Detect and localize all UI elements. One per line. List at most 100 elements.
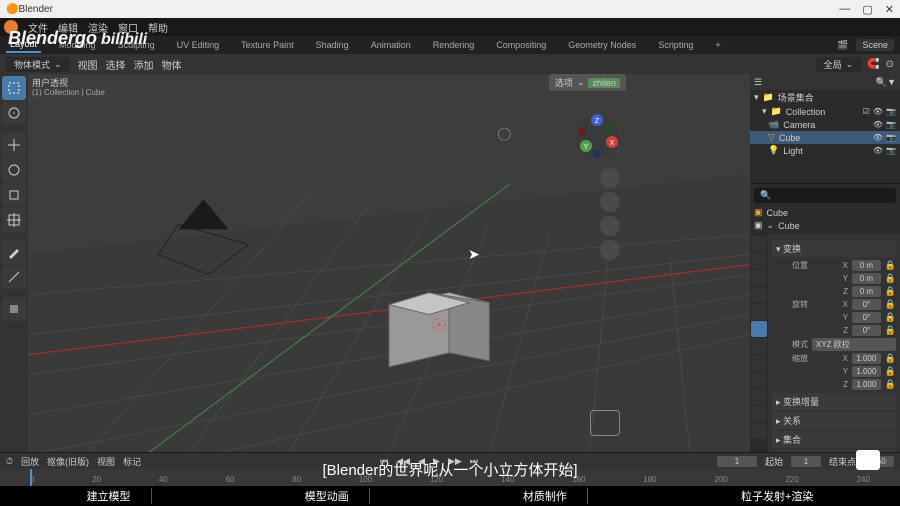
- viewport-overlay-pill[interactable]: 选项⌄ zhilen: [549, 74, 626, 91]
- proportional-icon[interactable]: ⊙: [886, 59, 894, 70]
- scale-tool[interactable]: [2, 183, 26, 207]
- svg-text:X: X: [610, 140, 615, 147]
- navigation-gizmo[interactable]: X Y Z: [574, 114, 620, 160]
- select-tool[interactable]: [2, 76, 26, 100]
- loc-y-field[interactable]: 0 m: [852, 273, 881, 284]
- tab-shading[interactable]: Shading: [312, 38, 353, 52]
- viewport-info: (1) Collection | Cube: [32, 88, 105, 97]
- move-tool[interactable]: [2, 133, 26, 157]
- outliner-light[interactable]: 💡Light 👁📷: [750, 144, 900, 157]
- annotate-tool[interactable]: [2, 240, 26, 264]
- cursor-tool[interactable]: [2, 101, 26, 125]
- tab-scripting[interactable]: Scripting: [654, 38, 697, 52]
- object-menu[interactable]: 物体: [162, 57, 182, 72]
- outliner-cube[interactable]: ▽Cube 👁📷: [750, 131, 900, 144]
- modifier-tab[interactable]: [751, 338, 767, 354]
- svg-text:Y: Y: [584, 144, 589, 151]
- relations-panel[interactable]: ▸ 关系: [772, 412, 896, 429]
- transform-panel-header[interactable]: ▾ 变换: [772, 240, 896, 257]
- transform-tool[interactable]: [2, 208, 26, 232]
- scene-selector[interactable]: Scene: [856, 39, 894, 51]
- tab-compositing[interactable]: Compositing: [492, 38, 550, 52]
- tab-uvediting[interactable]: UV Editing: [173, 38, 224, 52]
- scale-y-field[interactable]: 1.000: [852, 366, 881, 377]
- delta-panel[interactable]: ▸ 变换增量: [772, 393, 896, 410]
- tab-add[interactable]: +: [711, 38, 724, 52]
- outliner-filter-icon[interactable]: ☰: [754, 77, 762, 88]
- snap-icon[interactable]: 🧲: [867, 59, 879, 70]
- scene-icon: 🎬: [837, 40, 848, 51]
- chapter-2[interactable]: 模型动画: [285, 488, 370, 504]
- chapter-3[interactable]: 材质制作: [503, 488, 588, 504]
- pan-button[interactable]: [600, 192, 620, 212]
- search-input[interactable]: 🔍: [754, 188, 896, 203]
- viewport-header-bar: 物体模式 ⌄ 视图 选择 添加 物体 全局 ⌄ 🧲 ⊙: [0, 54, 900, 74]
- rotate-tool[interactable]: [2, 158, 26, 182]
- properties-search: 🔍 ▣Cube ▣⌄Cube: [750, 184, 900, 234]
- 3d-viewport[interactable]: 用户透视 (1) Collection | Cube 选项⌄ zhilen: [28, 74, 750, 452]
- addcube-tool[interactable]: [2, 297, 26, 321]
- video-chapter-bar: 建立模型 模型动画 材质制作 粒子发射+渲染: [0, 486, 900, 506]
- light-object[interactable]: [498, 128, 510, 140]
- outliner-collection[interactable]: ▾📁Collection ☑👁📷: [750, 105, 900, 118]
- svg-text:Z: Z: [595, 118, 600, 125]
- tab-animation[interactable]: Animation: [367, 38, 415, 52]
- viewport-grid: [28, 74, 750, 452]
- outliner-camera[interactable]: 📹Camera 👁📷: [750, 118, 900, 131]
- properties-tabs: [750, 234, 768, 452]
- scene-tab[interactable]: [751, 287, 767, 303]
- loc-z-field[interactable]: 0 m: [852, 286, 881, 297]
- window-titlebar: 🟠 Blender — ▢ ✕: [0, 0, 900, 18]
- particle-tab[interactable]: [751, 355, 767, 371]
- perspective-button[interactable]: [600, 240, 620, 260]
- mouse-hint-icon: [590, 410, 620, 436]
- tab-geometrynodes[interactable]: Geometry Nodes: [564, 38, 640, 52]
- chapter-1[interactable]: 建立模型: [67, 488, 152, 504]
- mouse-cursor-icon: ➤: [468, 246, 480, 263]
- outliner-filter2-icon[interactable]: ▼: [887, 77, 896, 87]
- chapter-4[interactable]: 粒子发射+渲染: [721, 488, 833, 504]
- camera-view-button[interactable]: [600, 216, 620, 236]
- properties-panel: ▾ 变换 位置X0 m🔒 Y0 m🔒 Z0 m🔒 旋转X0°🔒 Y0°🔒 Z0°…: [768, 234, 900, 452]
- rot-z-field[interactable]: 0°: [852, 325, 881, 336]
- measure-tool[interactable]: [2, 265, 26, 289]
- data-tab[interactable]: [751, 406, 767, 422]
- rotation-mode-selector[interactable]: XYZ 欧拉: [812, 338, 896, 351]
- rot-y-field[interactable]: 0°: [852, 312, 881, 323]
- rot-x-field[interactable]: 0°: [852, 299, 881, 310]
- tab-texturepaint[interactable]: Texture Paint: [237, 38, 298, 52]
- select-menu[interactable]: 选择: [106, 57, 126, 72]
- tab-rendering[interactable]: Rendering: [429, 38, 479, 52]
- maximize-button[interactable]: ▢: [862, 3, 872, 16]
- add-menu[interactable]: 添加: [134, 57, 154, 72]
- zoom-button[interactable]: [600, 168, 620, 188]
- outliner-search-icon[interactable]: 🔍: [876, 77, 887, 88]
- outliner-header: ☰ 🔍 ▼: [750, 74, 900, 90]
- output-tab[interactable]: [751, 253, 767, 269]
- video-subtitle: [Blender的世界呢从一个小立方体开始]: [0, 459, 900, 480]
- tool-shelf: [0, 74, 28, 452]
- loc-x-field[interactable]: 0 m: [852, 260, 881, 271]
- outliner-scene-collection[interactable]: ▾📁场景集合: [750, 90, 900, 105]
- material-tab[interactable]: [751, 423, 767, 439]
- render-tab[interactable]: [751, 236, 767, 252]
- orientation-selector[interactable]: 全局 ⌄: [816, 57, 862, 72]
- mode-selector[interactable]: 物体模式 ⌄: [6, 57, 70, 72]
- menu-help[interactable]: 帮助: [148, 20, 168, 35]
- bilibili-icon: [856, 450, 880, 470]
- outliner: ☰ 🔍 ▼ ▾📁场景集合 ▾📁Collection ☑👁📷 📹Camera 👁📷…: [750, 74, 900, 184]
- viewlayer-tab[interactable]: [751, 270, 767, 286]
- object-tab[interactable]: [751, 321, 767, 337]
- scale-z-field[interactable]: 1.000: [852, 379, 881, 390]
- constraint-tab[interactable]: [751, 389, 767, 405]
- watermark: Blendergobilibili: [8, 28, 147, 49]
- collections-panel[interactable]: ▸ 集合: [772, 431, 896, 448]
- view-menu[interactable]: 视图: [78, 57, 98, 72]
- window-title: Blender: [18, 4, 52, 15]
- world-tab[interactable]: [751, 304, 767, 320]
- scale-x-field[interactable]: 1.000: [852, 353, 881, 364]
- minimize-button[interactable]: —: [839, 3, 850, 16]
- blender-logo-icon: 🟠: [6, 4, 18, 15]
- close-button[interactable]: ✕: [885, 3, 894, 16]
- physics-tab[interactable]: [751, 372, 767, 388]
